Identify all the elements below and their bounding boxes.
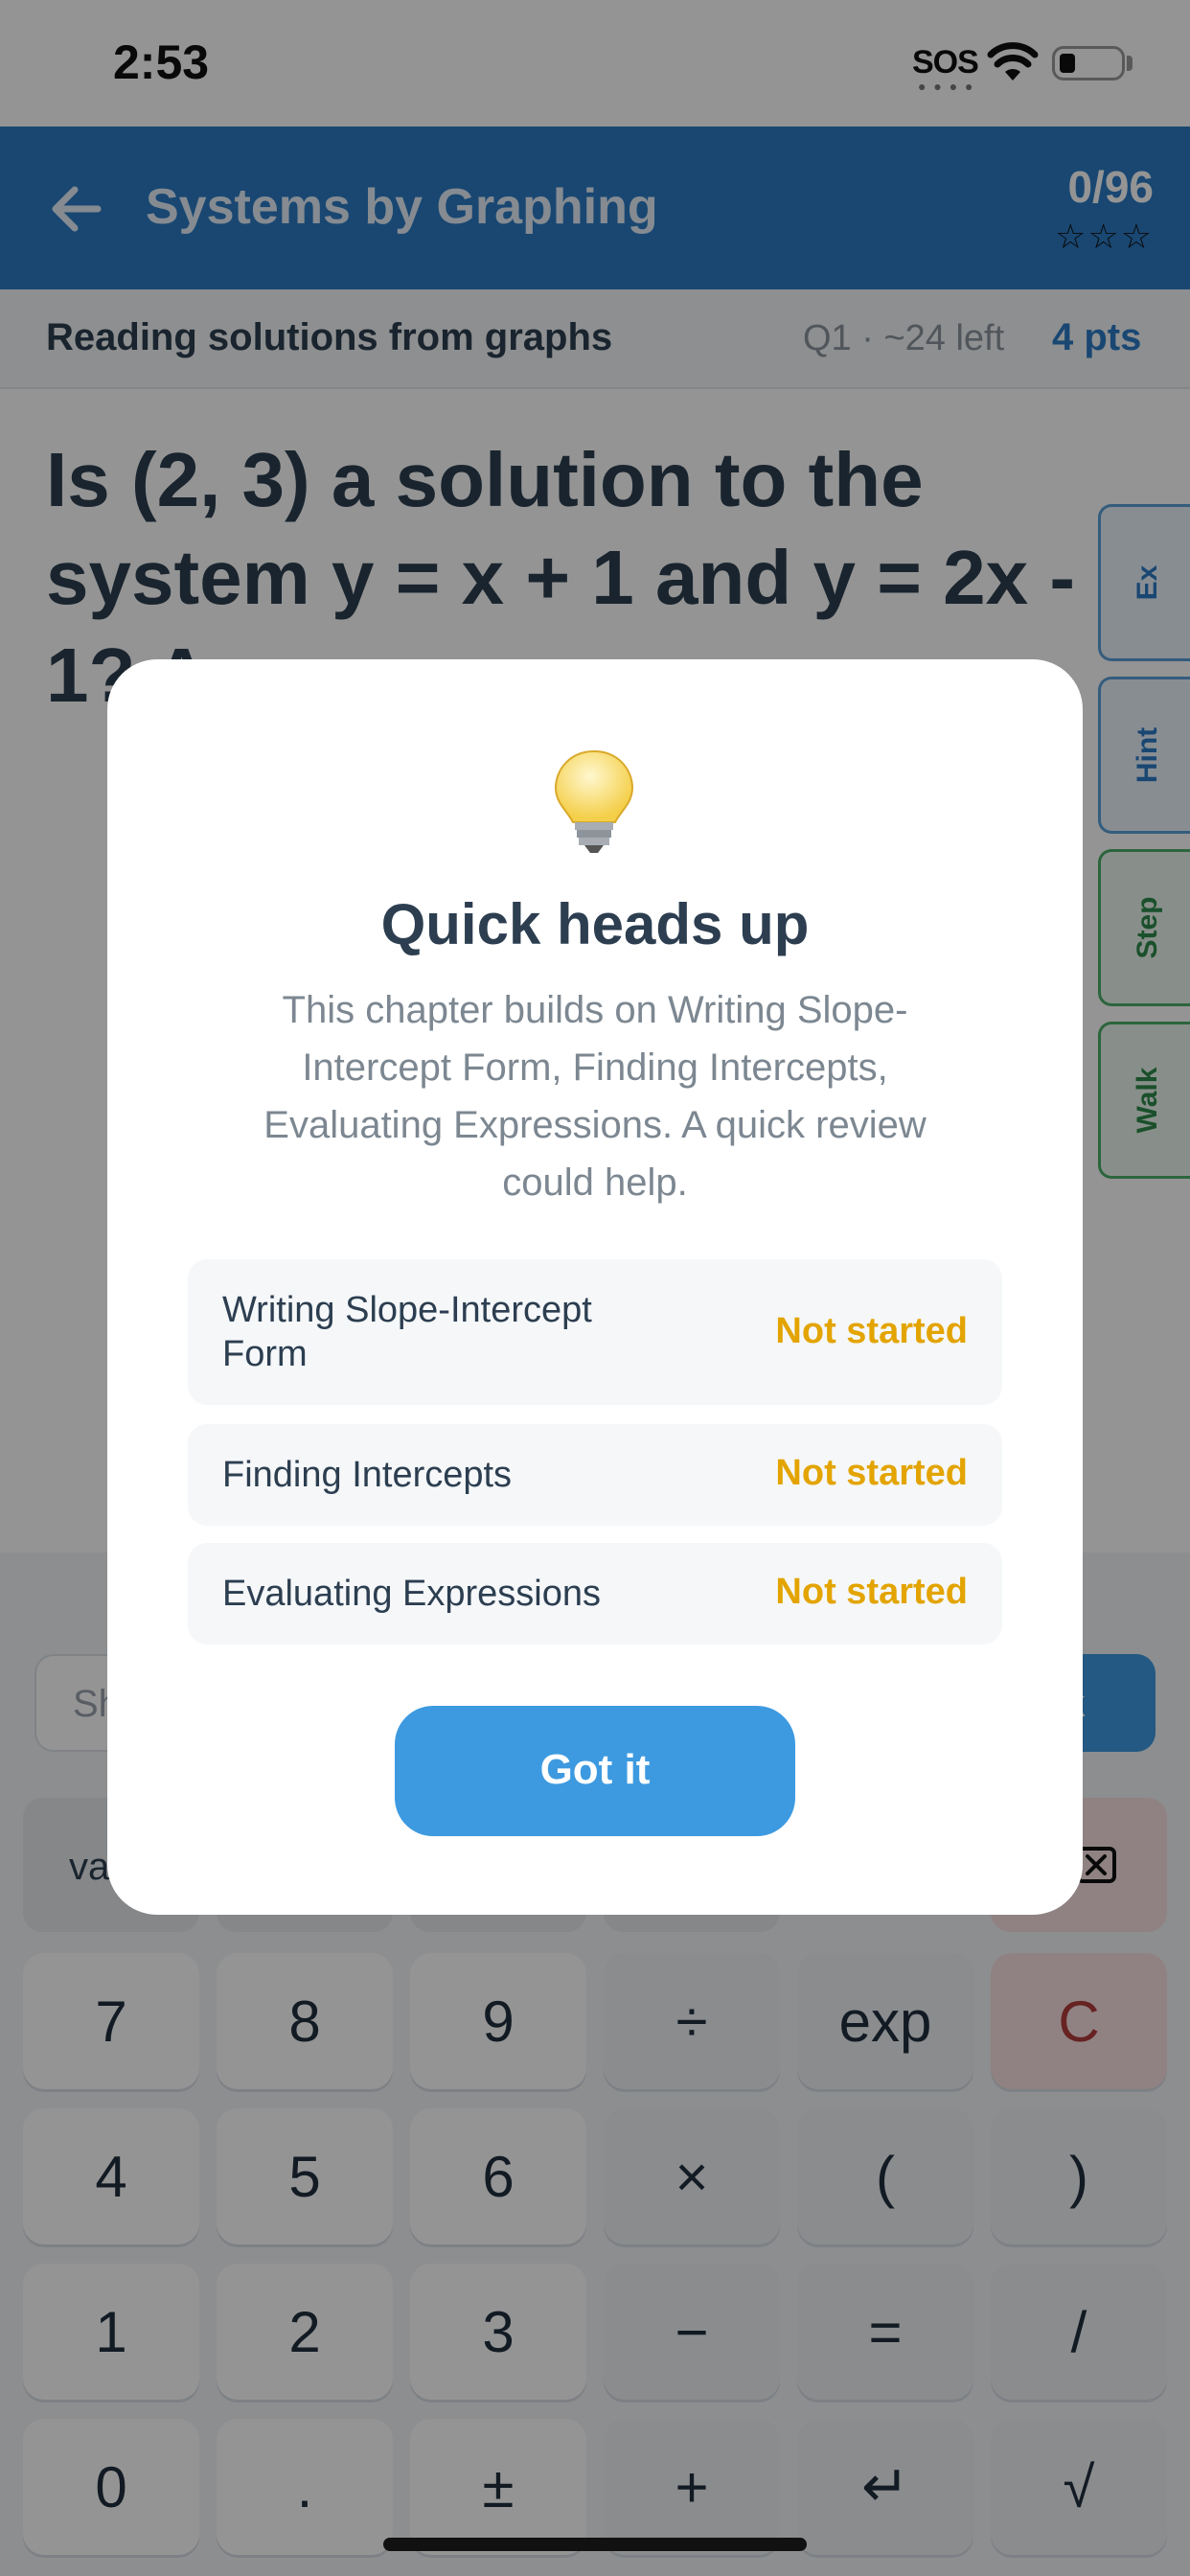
home-indicator[interactable] xyxy=(383,2538,807,2551)
modal-body: This chapter builds on Writing Slope-Int… xyxy=(263,989,927,1204)
lightbulb-icon xyxy=(554,749,634,853)
chapter-status: Not started xyxy=(775,1311,968,1351)
chapter-name: Evaluating Expressions xyxy=(222,1574,601,1614)
chapter-status: Not started xyxy=(775,1572,968,1612)
chapter-name: Finding Intercepts xyxy=(222,1455,513,1495)
modal-title: Quick heads up xyxy=(380,892,810,956)
chapter-status: Not started xyxy=(775,1453,968,1493)
got-it-button-label: Got it xyxy=(539,1746,651,1793)
chapter-name: Writing Slope-Intercept Form xyxy=(222,1290,592,1374)
